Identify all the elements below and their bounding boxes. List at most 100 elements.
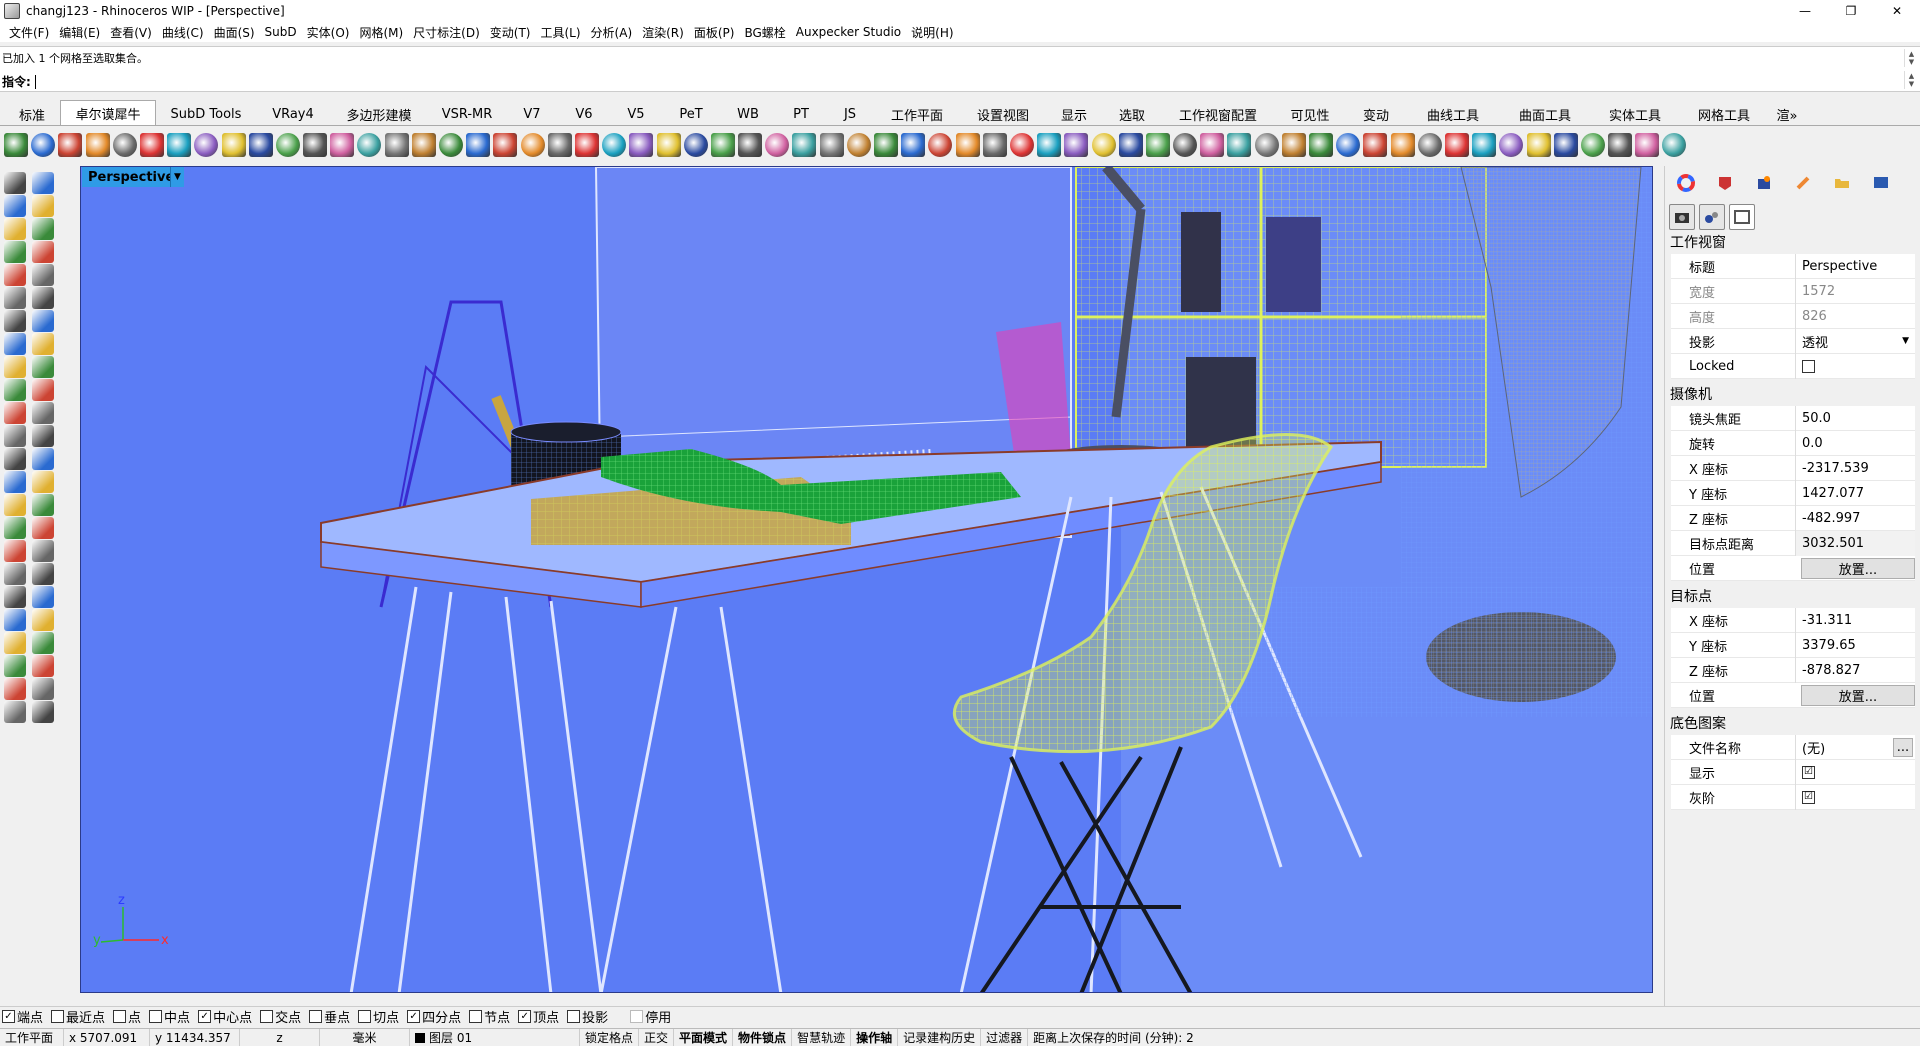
tool-button-54-icon[interactable]: [1444, 133, 1469, 157]
minimize-button[interactable]: —: [1782, 0, 1828, 22]
viewport-menu-dropdown-icon[interactable]: ▼: [170, 167, 184, 187]
tab-transform[interactable]: 变动: [1346, 102, 1406, 125]
left-tool-31-icon[interactable]: [4, 517, 26, 539]
tool-button-18-icon[interactable]: [466, 133, 491, 157]
tab-v7[interactable]: V7: [506, 102, 558, 125]
osnap-checkbox[interactable]: [358, 1010, 372, 1023]
left-tool-9-icon[interactable]: [4, 264, 26, 286]
tool-button-7-icon[interactable]: [167, 133, 192, 157]
left-tool-26-icon[interactable]: [32, 448, 54, 470]
left-tool-13-icon[interactable]: [4, 310, 26, 332]
focal-length-field[interactable]: 50.0: [1795, 405, 1915, 431]
osnap-6[interactable]: 垂点: [309, 1007, 350, 1026]
tool-button-40-icon[interactable]: [1064, 133, 1089, 157]
render-settings-icon[interactable]: [1749, 172, 1779, 194]
left-tool-5-icon[interactable]: [4, 218, 26, 240]
menu-analyze[interactable]: 分析(A): [586, 24, 638, 41]
osnap-checkbox[interactable]: [567, 1010, 581, 1023]
tool-button-47-icon[interactable]: [1254, 133, 1279, 157]
object-properties-icon[interactable]: [1699, 204, 1725, 230]
target-z-field[interactable]: -878.827: [1795, 657, 1915, 683]
tool-button-11-icon[interactable]: [275, 133, 300, 157]
menu-dimension[interactable]: 尺寸标注(D): [408, 24, 485, 41]
tool-button-31-icon[interactable]: [819, 133, 844, 157]
tool-button-24-icon[interactable]: [629, 133, 654, 157]
status-ortho[interactable]: 正交: [639, 1028, 675, 1046]
tool-button-38-icon[interactable]: [1009, 133, 1034, 157]
menu-mesh[interactable]: 网格(M): [354, 24, 408, 41]
tab-vsr-mr[interactable]: VSR-MR: [428, 102, 506, 125]
chevron-down-icon[interactable]: ▼: [1902, 336, 1909, 346]
folder-icon[interactable]: [1827, 172, 1857, 194]
left-tool-39-icon[interactable]: [4, 609, 26, 631]
tool-button-60-icon[interactable]: [1608, 133, 1633, 157]
tool-button-4-icon[interactable]: [85, 133, 110, 157]
tool-button-59-icon[interactable]: [1580, 133, 1605, 157]
left-tool-29-icon[interactable]: [4, 494, 26, 516]
tool-button-32-icon[interactable]: [846, 133, 871, 157]
camera-y-field[interactable]: 1427.077: [1795, 480, 1915, 506]
tool-button-10-icon[interactable]: [248, 133, 273, 157]
left-tool-42-icon[interactable]: [32, 632, 54, 654]
left-tool-19-icon[interactable]: [4, 379, 26, 401]
browse-button[interactable]: ...: [1893, 737, 1913, 757]
status-filter[interactable]: 过滤器: [981, 1028, 1029, 1046]
left-tool-1-icon[interactable]: [4, 172, 26, 194]
left-tool-14-icon[interactable]: [32, 310, 54, 332]
tool-button-21-icon[interactable]: [547, 133, 572, 157]
tab-visibility[interactable]: 可见性: [1274, 102, 1346, 125]
rotation-field[interactable]: 0.0: [1795, 430, 1915, 456]
perspective-viewport[interactable]: z y x: [80, 166, 1653, 993]
osnap-checkbox[interactable]: ✓: [518, 1010, 532, 1023]
tool-button-50-icon[interactable]: [1336, 133, 1361, 157]
tool-button-46-icon[interactable]: [1227, 133, 1252, 157]
left-tool-46-icon[interactable]: [32, 678, 54, 700]
light-icon[interactable]: [1788, 172, 1818, 194]
tool-button-49-icon[interactable]: [1309, 133, 1333, 157]
left-tool-40-icon[interactable]: [32, 609, 54, 631]
tab-js[interactable]: JS: [826, 102, 874, 125]
tool-button-23-icon[interactable]: [602, 133, 627, 157]
left-tool-33-icon[interactable]: [4, 540, 26, 562]
left-tool-6-icon[interactable]: [32, 218, 54, 240]
osnap-4[interactable]: ✓ 中心点: [198, 1007, 252, 1026]
osnap-checkbox[interactable]: ✓: [2, 1010, 15, 1023]
left-tool-4-icon[interactable]: [32, 195, 54, 217]
viewport-properties-icon[interactable]: [1729, 204, 1755, 230]
scroll-up-icon[interactable]: ▲: [1909, 72, 1914, 80]
osnap-10[interactable]: ✓ 顶点: [518, 1007, 559, 1026]
left-tool-3-icon[interactable]: [4, 195, 26, 217]
tool-button-48-icon[interactable]: [1281, 133, 1306, 157]
tool-button-19-icon[interactable]: [493, 133, 518, 157]
tool-button-39-icon[interactable]: [1037, 133, 1062, 157]
tab-standard[interactable]: 标准: [4, 102, 60, 125]
tool-button-5-icon[interactable]: [112, 133, 137, 157]
tool-button-33-icon[interactable]: [874, 133, 898, 157]
left-tool-36-icon[interactable]: [32, 563, 54, 585]
target-x-field[interactable]: -31.311: [1795, 607, 1915, 633]
scroll-down-icon[interactable]: ▼: [1909, 58, 1914, 66]
left-tool-43-icon[interactable]: [4, 655, 26, 677]
command-input-caret[interactable]: [34, 74, 37, 89]
tool-button-41-icon[interactable]: [1091, 133, 1116, 157]
tool-button-61-icon[interactable]: [1635, 133, 1660, 157]
tool-button-44-icon[interactable]: [1173, 133, 1198, 157]
menu-bg-bolt[interactable]: BG螺栓: [739, 24, 790, 41]
left-tool-37-icon[interactable]: [4, 586, 26, 608]
tool-button-26-icon[interactable]: [683, 133, 708, 157]
scroll-down-icon[interactable]: ▼: [1909, 80, 1914, 88]
osnap-1[interactable]: 最近点: [51, 1007, 105, 1026]
status-record-history[interactable]: 记录建构历史: [898, 1028, 982, 1046]
osnap-9[interactable]: 节点: [469, 1007, 510, 1026]
tool-button-36-icon[interactable]: [955, 133, 980, 157]
left-tool-10-icon[interactable]: [32, 264, 54, 286]
material-icon[interactable]: [1710, 172, 1740, 194]
left-tool-28-icon[interactable]: [32, 471, 54, 493]
menu-surface[interactable]: 曲面(S): [209, 24, 260, 41]
menu-auxpecker[interactable]: Auxpecker Studio: [791, 25, 906, 39]
target-distance-field[interactable]: 3032.501: [1795, 530, 1915, 556]
restore-button[interactable]: ❐: [1828, 0, 1874, 22]
tool-button-43-icon[interactable]: [1145, 133, 1170, 157]
close-button[interactable]: ✕: [1874, 0, 1920, 22]
tab-viewport-layout[interactable]: 工作视窗配置: [1162, 102, 1274, 125]
